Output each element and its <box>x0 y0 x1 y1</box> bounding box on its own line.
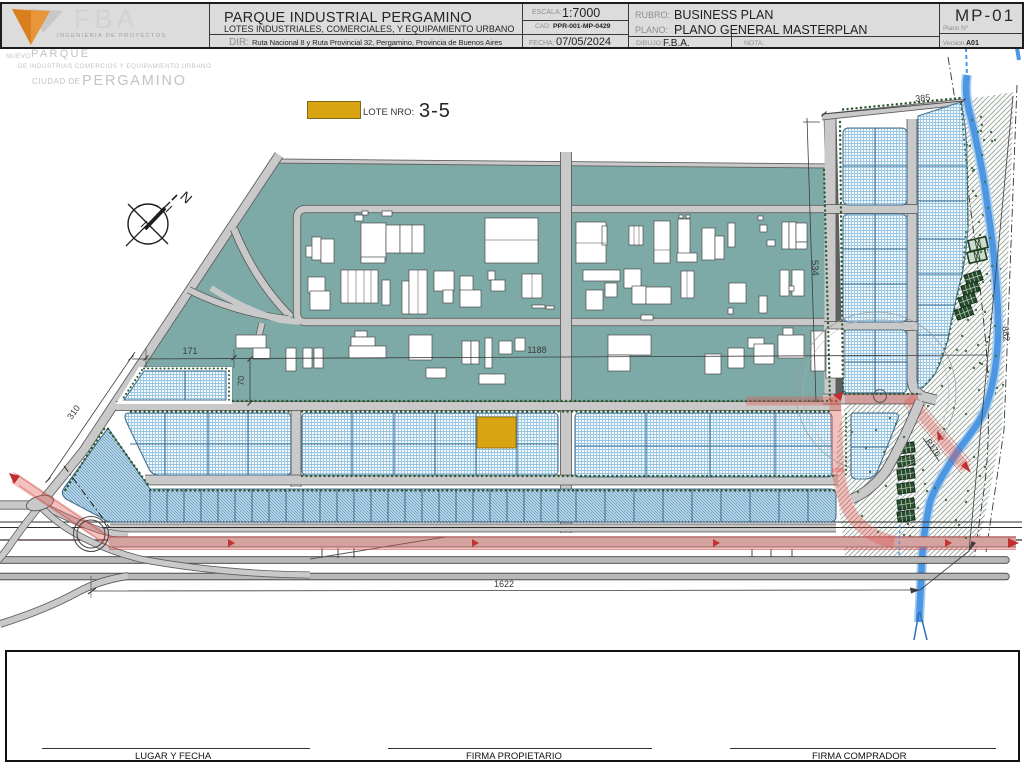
svg-text:171: 171 <box>182 346 197 356</box>
svg-text:534: 534 <box>809 260 821 276</box>
svg-text:70: 70 <box>236 376 246 386</box>
svg-text:1622: 1622 <box>494 579 514 589</box>
svg-text:1188: 1188 <box>527 345 546 355</box>
svg-text:385: 385 <box>915 92 931 103</box>
svg-text:882: 882 <box>1000 326 1012 342</box>
